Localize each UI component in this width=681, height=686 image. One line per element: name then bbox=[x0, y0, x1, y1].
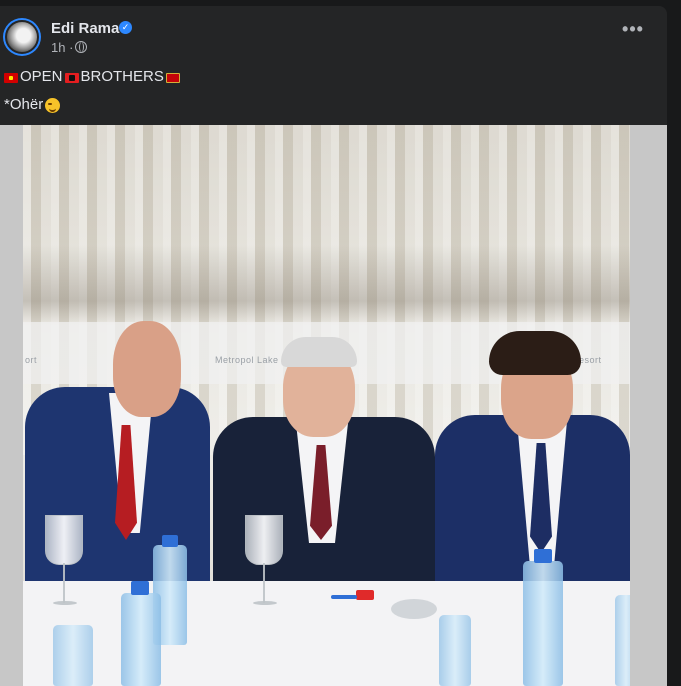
water-bottle-1-cap bbox=[162, 535, 178, 547]
albania-flag-icon bbox=[64, 72, 79, 83]
wine-glass-left-base bbox=[53, 601, 77, 605]
wine-glass-middle-base bbox=[253, 601, 277, 605]
blue-lighter bbox=[331, 595, 357, 599]
timestamp-separator: · bbox=[69, 40, 74, 55]
water-bottle-5 bbox=[439, 615, 471, 686]
person-right-hair bbox=[489, 331, 581, 375]
post-photo[interactable]: ort Metropol Lake ake Resort bbox=[23, 125, 630, 686]
wine-glass-left-stem bbox=[63, 563, 65, 603]
wine-glass-middle-stem bbox=[263, 563, 265, 603]
red-box bbox=[356, 590, 374, 600]
water-bottle-2-cap bbox=[131, 581, 149, 595]
post-header: Edi Rama ✓ 1h · ••• bbox=[0, 6, 667, 62]
post-card: Edi Rama ✓ 1h · ••• OPEN BROTHERS *Ohër … bbox=[0, 6, 667, 686]
author-avatar[interactable] bbox=[3, 18, 41, 56]
water-bottle-2 bbox=[121, 593, 161, 686]
macedonia-flag-icon bbox=[4, 72, 18, 83]
wine-glass-middle bbox=[245, 515, 283, 565]
water-bottle-3 bbox=[53, 625, 93, 686]
person-left-head bbox=[113, 321, 181, 417]
timestamp-text: 1h bbox=[51, 40, 66, 55]
water-bottle-4 bbox=[523, 561, 563, 686]
wine-glass-left bbox=[45, 515, 83, 565]
water-bottle-4-cap bbox=[534, 549, 552, 563]
post-text-line-2: *Ohër bbox=[4, 96, 61, 113]
montenegro-flag-icon bbox=[165, 72, 180, 83]
water-bottle-6 bbox=[615, 595, 630, 686]
author-name[interactable]: Edi Rama bbox=[51, 20, 119, 37]
post-text-ohri: *Ohër bbox=[4, 96, 44, 113]
more-options-button[interactable]: ••• bbox=[619, 20, 647, 44]
ashtray bbox=[391, 599, 437, 619]
post-word-open: OPEN bbox=[20, 68, 63, 85]
person-middle-hair bbox=[281, 337, 357, 367]
verified-badge-icon: ✓ bbox=[119, 21, 132, 34]
banner-text-left: ort bbox=[25, 355, 38, 365]
background-silhouettes bbox=[23, 245, 630, 325]
banner-text-center: Metropol Lake bbox=[215, 355, 279, 365]
post-timestamp[interactable]: 1h · bbox=[51, 40, 73, 55]
wink-emoji-icon bbox=[45, 98, 61, 113]
post-word-brothers: BROTHERS bbox=[80, 68, 164, 85]
post-text-line-1: OPEN BROTHERS bbox=[4, 68, 180, 85]
globe-icon[interactable] bbox=[75, 41, 87, 53]
avatar-photo bbox=[5, 20, 39, 54]
post-photo-container[interactable]: ort Metropol Lake ake Resort bbox=[0, 125, 667, 686]
